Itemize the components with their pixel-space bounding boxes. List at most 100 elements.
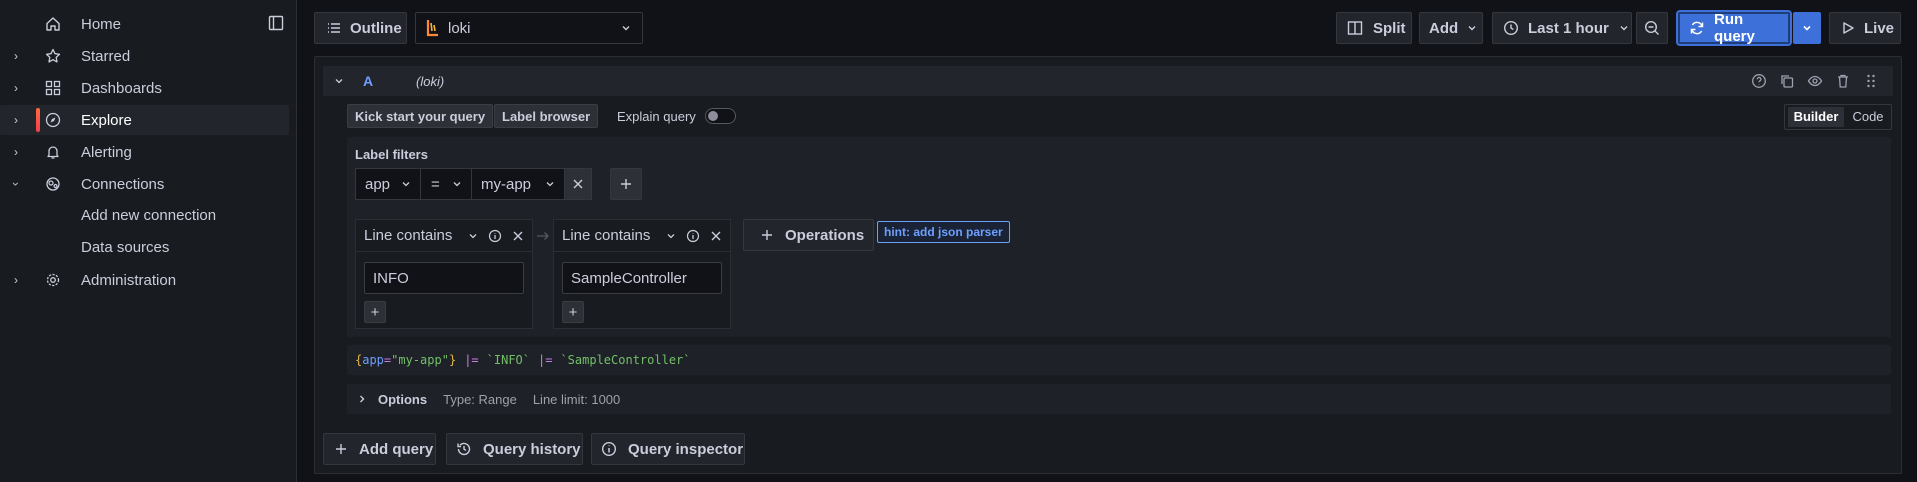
label-filter-value-select[interactable]: my-app <box>471 168 565 200</box>
query-inspector-button[interactable]: Query inspector <box>591 433 745 465</box>
add-operation-button[interactable]: Operations <box>743 219 874 251</box>
label-browser-button[interactable]: Label browser <box>494 104 599 128</box>
split-button[interactable]: Split <box>1336 12 1412 44</box>
toggle-knob <box>708 111 718 121</box>
info-icon[interactable] <box>488 229 502 243</box>
home-icon <box>44 15 62 33</box>
label-filter-operator-select[interactable]: = <box>420 168 472 200</box>
info-icon[interactable] <box>686 229 700 243</box>
trash-icon[interactable] <box>1835 73 1851 89</box>
star-icon <box>44 47 62 65</box>
chevron-right-icon[interactable]: › <box>10 50 22 62</box>
eye-icon[interactable] <box>1807 73 1823 89</box>
operation-header: Line contains <box>554 220 730 252</box>
connections-icon <box>44 175 62 193</box>
sidebar-item-dashboards[interactable]: › Dashboards <box>0 73 289 103</box>
outline-label: Outline <box>350 19 402 37</box>
zoom-out-button[interactable] <box>1636 12 1668 44</box>
bell-icon <box>44 143 62 161</box>
operation-name[interactable]: Line contains <box>562 227 650 244</box>
remove-filter-button[interactable] <box>564 168 592 200</box>
help-icon[interactable] <box>1751 73 1767 89</box>
run-query-button[interactable]: Run query <box>1676 10 1792 46</box>
sidebar-item-explore[interactable]: › Explore <box>0 105 289 135</box>
sidebar-item-label: Alerting <box>81 143 132 161</box>
split-label: Split <box>1373 19 1406 37</box>
chevron-right-icon[interactable]: › <box>10 274 22 286</box>
sidebar-subitem-add-new-connection[interactable]: Add new connection <box>81 207 216 224</box>
add-button[interactable]: Add <box>1419 12 1483 44</box>
code-mode-button[interactable]: Code <box>1847 107 1889 127</box>
chevron-right-icon[interactable]: › <box>10 146 22 158</box>
split-icon <box>1347 21 1363 35</box>
plus-icon <box>621 179 631 189</box>
add-param-button[interactable]: + <box>364 301 386 323</box>
chevron-right-icon[interactable]: › <box>10 114 22 126</box>
chevron-down-icon <box>453 182 461 187</box>
label-filter-operator: = <box>431 175 440 193</box>
sidebar-item-connections[interactable]: › Connections <box>0 169 289 199</box>
add-param-button[interactable]: + <box>562 301 584 323</box>
sidebar-item-label: Dashboards <box>81 79 162 97</box>
chevron-right-icon[interactable]: › <box>10 82 22 94</box>
sidebar-subitem-data-sources[interactable]: Data sources <box>81 239 169 256</box>
sidebar-item-administration[interactable]: › Administration <box>0 265 289 295</box>
time-range-picker[interactable]: Last 1 hour <box>1492 12 1632 44</box>
query-history-button[interactable]: Query history <box>446 433 583 465</box>
sidebar: Home › Starred › Dashboards › Explore › … <box>0 0 297 482</box>
hint-badge[interactable]: hint: add json parser <box>877 221 1010 243</box>
copy-icon[interactable] <box>1779 73 1795 89</box>
explain-query-label: Explain query <box>617 109 696 124</box>
chevron-down-icon <box>622 26 630 31</box>
sidebar-item-label: Home <box>81 15 122 33</box>
query-datasource-tag: (loki) <box>416 74 445 89</box>
kick-start-button[interactable]: Kick start your query <box>347 104 494 128</box>
outline-button[interactable]: Outline <box>314 12 407 44</box>
time-range-label: Last 1 hour <box>1528 19 1609 37</box>
plus-icon <box>336 444 346 454</box>
editor-mode-switch: Builder Code <box>1784 104 1892 130</box>
preview-string: `INFO` <box>486 353 530 367</box>
info-icon <box>601 441 617 457</box>
operations-label: Operations <box>785 226 865 244</box>
operation-value-input[interactable]: SampleController <box>562 262 722 294</box>
operation-name[interactable]: Line contains <box>364 227 452 244</box>
label-filter-value: my-app <box>481 175 532 193</box>
compass-icon <box>44 111 62 129</box>
sidebar-item-label: Starred <box>81 47 131 65</box>
chevron-down-icon[interactable] <box>467 230 479 242</box>
options-type: Type: Range <box>443 391 517 407</box>
explain-query-toggle[interactable] <box>705 108 736 124</box>
chevron-down-icon[interactable] <box>665 230 677 242</box>
chevron-down-icon[interactable] <box>333 75 345 87</box>
history-icon <box>457 442 471 456</box>
drag-handle-icon[interactable] <box>1863 73 1879 89</box>
close-icon[interactable] <box>711 231 721 241</box>
chevron-down-icon <box>1468 26 1476 31</box>
sync-icon <box>1690 21 1704 35</box>
live-button[interactable]: Live <box>1829 12 1901 44</box>
label-filter-key-select[interactable]: app <box>355 168 421 200</box>
sidebar-item-home[interactable]: Home <box>0 9 289 39</box>
list-icon <box>328 23 340 33</box>
query-ref-id[interactable]: A <box>363 73 373 89</box>
builder-mode-button[interactable]: Builder <box>1788 107 1844 127</box>
query-preview: { app = "my-app" } |= `INFO` |= `SampleC… <box>347 345 1891 375</box>
loki-logo-icon <box>426 20 438 37</box>
datasource-picker[interactable]: loki <box>415 12 643 44</box>
query-history-label: Query history <box>483 440 581 458</box>
sidebar-item-starred[interactable]: › Starred <box>0 41 289 71</box>
options-line-limit: Line limit: 1000 <box>532 391 621 407</box>
preview-label-key: app <box>362 353 384 367</box>
chevron-down-icon[interactable]: › <box>9 178 23 190</box>
operation-value-input[interactable]: INFO <box>364 262 524 294</box>
add-filter-button[interactable] <box>610 168 642 200</box>
operation-header: Line contains <box>356 220 532 252</box>
options-row[interactable]: Options Type: Range Line limit: 1000 <box>347 384 1891 414</box>
sidebar-item-alerting[interactable]: › Alerting <box>0 137 289 167</box>
run-query-options-button[interactable] <box>1793 12 1821 44</box>
add-query-button[interactable]: Add query <box>323 433 436 465</box>
close-icon[interactable] <box>513 231 523 241</box>
cog-icon <box>44 271 62 289</box>
query-row-header: A (loki) <box>323 66 1893 96</box>
